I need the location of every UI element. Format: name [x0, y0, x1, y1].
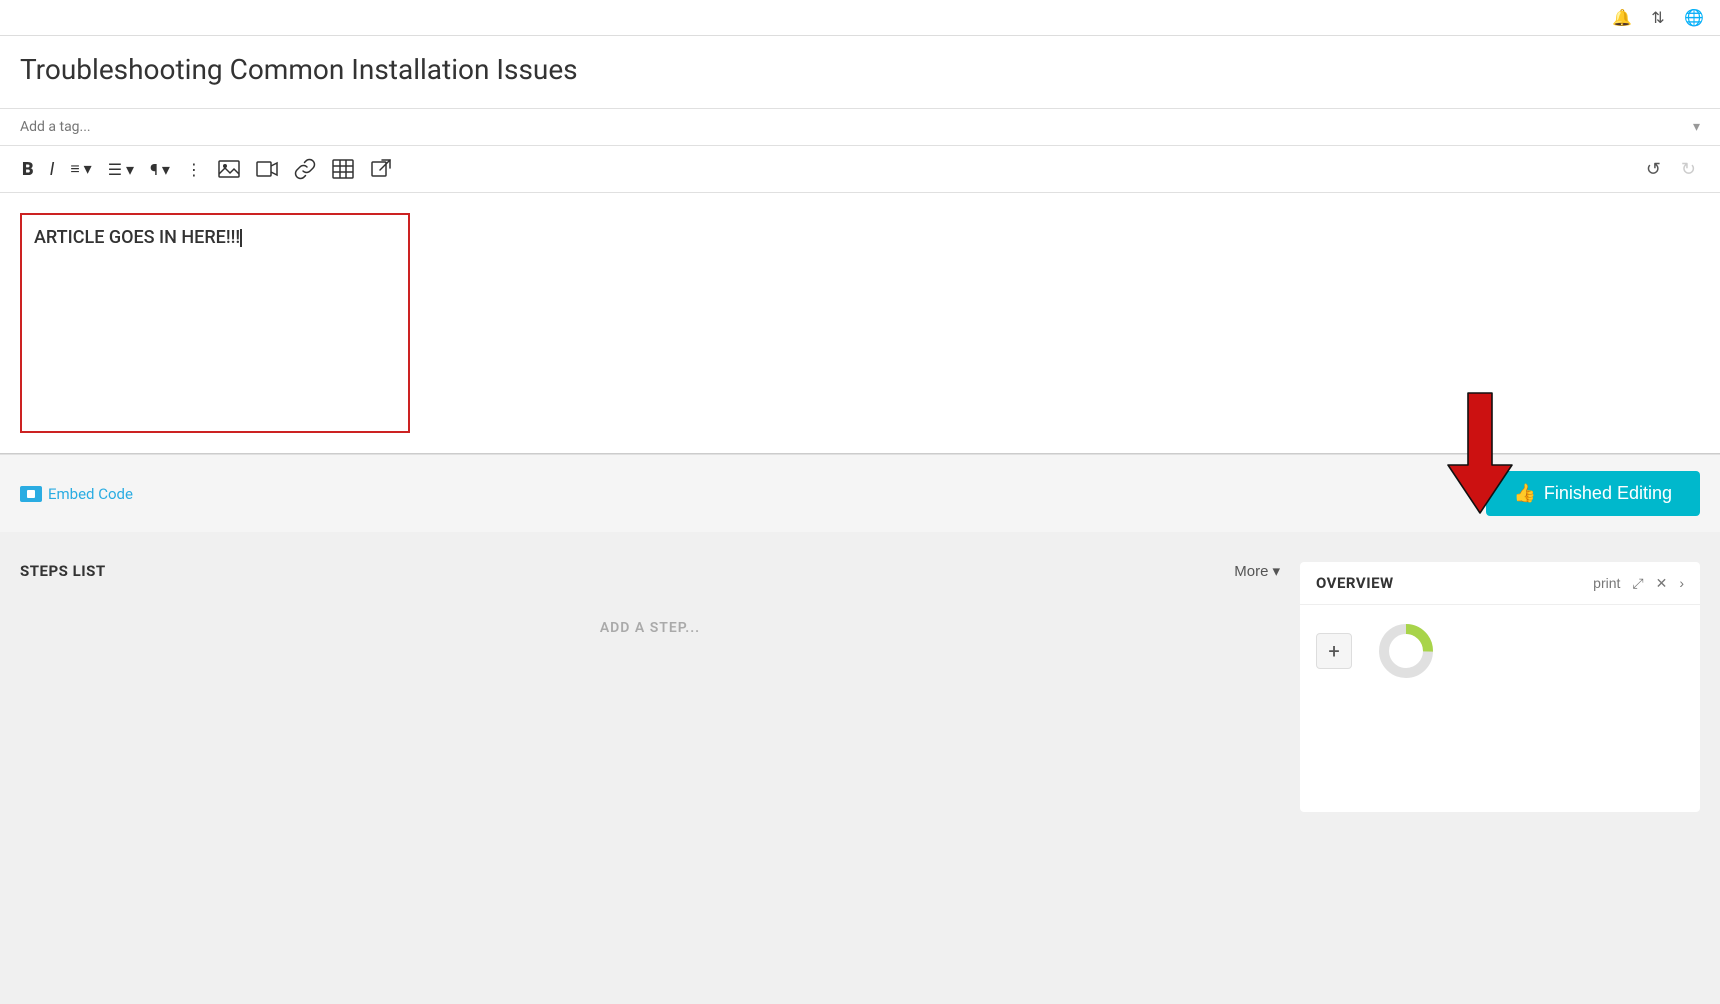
- redo-button[interactable]: ↻: [1673, 155, 1704, 184]
- overview-title: OVERVIEW: [1316, 574, 1394, 592]
- print-button[interactable]: print: [1593, 575, 1620, 591]
- image-button[interactable]: [212, 154, 246, 184]
- embed-code-link[interactable]: Embed Code: [20, 485, 133, 503]
- more-chevron-icon: ▾: [1272, 562, 1280, 580]
- tag-bar: ▾: [0, 109, 1720, 146]
- steps-panel-title: STEPS LIST: [20, 562, 106, 580]
- link-button[interactable]: [288, 154, 322, 184]
- tag-input[interactable]: [20, 119, 1693, 135]
- embed-icon: [20, 486, 42, 502]
- unordered-list-button[interactable]: ☰ ▾: [102, 156, 140, 183]
- text-cursor: [240, 229, 242, 247]
- top-bar: 🔔 ⇅ 🌐: [0, 0, 1720, 36]
- external-link-button[interactable]: [364, 154, 398, 184]
- add-step-label[interactable]: ADD A STEP...: [20, 600, 1280, 656]
- title-area: Troubleshooting Common Installation Issu…: [0, 36, 1720, 109]
- finished-editing-label: Finished Editing: [1544, 483, 1672, 504]
- more-label: More: [1234, 563, 1268, 580]
- bold-button[interactable]: B: [16, 155, 40, 184]
- overview-actions: print ⤢ ✕ ›: [1593, 575, 1684, 592]
- steps-panel-header: STEPS LIST More ▾: [20, 562, 1280, 580]
- donut-chart: [1376, 621, 1436, 681]
- bottom-section: STEPS LIST More ▾ ADD A STEP... OVERVIEW…: [0, 532, 1720, 832]
- ordered-list-button[interactable]: ≡ ▾: [64, 155, 97, 183]
- overview-panel: OVERVIEW print ⤢ ✕ › +: [1300, 562, 1700, 812]
- add-overview-button[interactable]: +: [1316, 633, 1352, 669]
- globe-icon[interactable]: 🌐: [1680, 4, 1708, 32]
- editor-container: Troubleshooting Common Installation Issu…: [0, 36, 1720, 454]
- article-title-input[interactable]: Troubleshooting Common Installation Issu…: [20, 52, 1700, 88]
- arrow-annotation: [1440, 383, 1540, 533]
- bell-icon[interactable]: 🔔: [1608, 4, 1636, 32]
- editor-toolbar: B I ≡ ▾ ☰ ▾ ¶ ▾ ⋮: [0, 146, 1720, 193]
- text-editor-box[interactable]: ARTICLE GOES IN HERE!!!: [20, 213, 410, 433]
- undo-button[interactable]: ↺: [1638, 155, 1669, 184]
- content-area: ARTICLE GOES IN HERE!!!: [0, 193, 1720, 453]
- overview-content: +: [1300, 605, 1700, 697]
- more-options-button[interactable]: ⋮: [180, 156, 208, 183]
- tag-chevron-icon: ▾: [1693, 119, 1700, 135]
- next-icon[interactable]: ›: [1679, 575, 1684, 591]
- overview-header: OVERVIEW print ⤢ ✕ ›: [1300, 562, 1700, 605]
- steps-more-button[interactable]: More ▾: [1234, 562, 1280, 580]
- paragraph-button[interactable]: ¶ ▾: [144, 156, 176, 183]
- embed-code-label: Embed Code: [48, 485, 133, 503]
- table-button[interactable]: [326, 154, 360, 184]
- steps-panel: STEPS LIST More ▾ ADD A STEP...: [20, 562, 1300, 812]
- close-icon[interactable]: ✕: [1656, 575, 1668, 592]
- expand-icon[interactable]: ⤢: [1632, 575, 1643, 592]
- italic-button[interactable]: I: [44, 155, 61, 184]
- sort-icon[interactable]: ⇅: [1644, 4, 1672, 32]
- editor-content: ARTICLE GOES IN HERE!!!: [34, 227, 240, 248]
- video-button[interactable]: [250, 154, 284, 184]
